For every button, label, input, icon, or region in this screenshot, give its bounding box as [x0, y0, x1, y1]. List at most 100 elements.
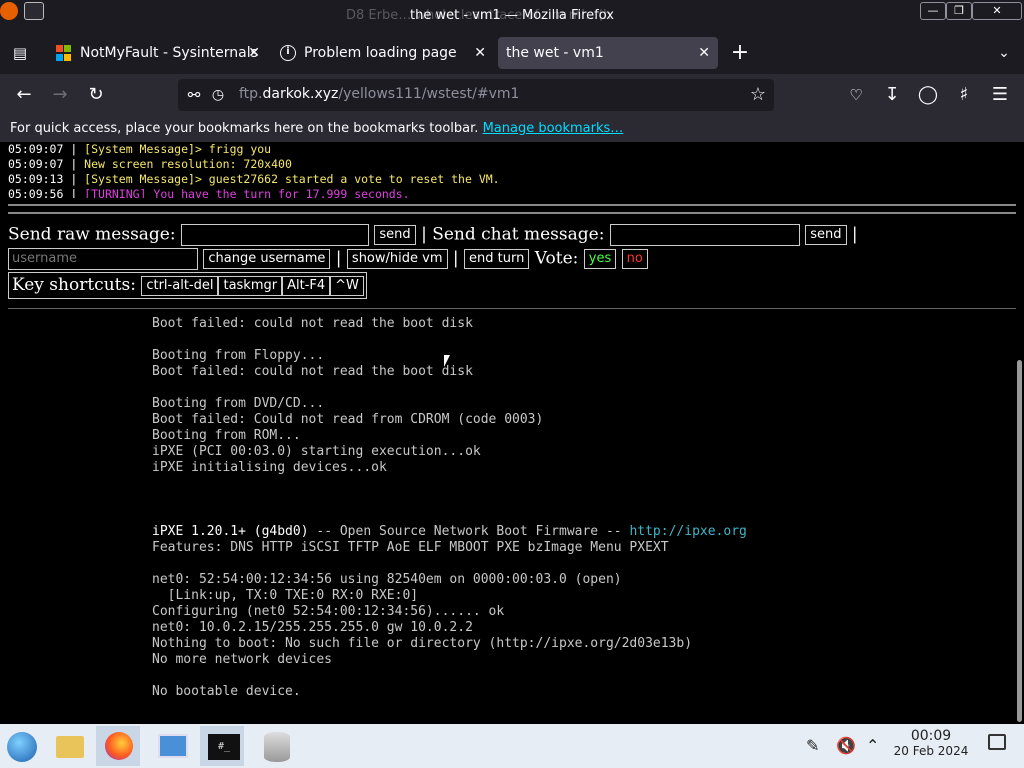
lock-icon[interactable]: ◷ [206, 83, 230, 107]
end-turn-button[interactable]: end turn [464, 249, 530, 269]
navigation-bar: ← → ↻ ⚯ ◷ ftp.darkok.xyz/yellows111/wste… [0, 74, 1024, 116]
control-panel-icon[interactable] [150, 726, 194, 766]
vm-screen[interactable]: Boot failed: could not read the boot dis… [152, 316, 747, 700]
chat-timestamp: 05:09:07 [8, 157, 64, 171]
tray-chevron-up-icon[interactable]: ⌃ [866, 736, 879, 755]
close-window-button[interactable]: ✕ [972, 2, 1022, 20]
clock[interactable]: 00:09 20 Feb 2024 [888, 728, 974, 758]
console-ipxe-tagline: -- Open Source Network Boot Firmware -- [308, 524, 630, 539]
clock-time: 00:09 [910, 728, 952, 744]
clock-date: 20 Feb 2024 [893, 744, 969, 758]
separator: | [851, 224, 858, 245]
bookmarks-hint: For quick access, place your bookmarks h… [10, 121, 483, 136]
window-titlebar: D8 Erbe… wholecleantrace of…m ml…(h the … [0, 0, 1024, 32]
database-icon[interactable] [254, 726, 298, 766]
tab-the-wet-vm1[interactable]: the wet - vm1 ✕ [498, 37, 718, 69]
key-alt-f4-button[interactable]: Alt-F4 [282, 275, 331, 296]
send-chat-button[interactable]: send [805, 225, 847, 245]
pocket-icon[interactable]: ♡ [844, 83, 868, 107]
show-hide-vm-button[interactable]: show/hide vm [346, 249, 448, 269]
list-tabs-chevron-icon[interactable]: ⌄ [992, 41, 1016, 65]
chat-timestamp: 05:09:13 [8, 172, 64, 186]
console-line: Configuring (net0 52:54:00:12:34:56)....… [152, 604, 505, 619]
chat-message: 05:09:56 | [TURNING] You have the turn f… [8, 187, 1016, 198]
key-ctrl-w-button[interactable]: ^W [330, 275, 364, 296]
terminal-icon[interactable]: #_ [200, 726, 244, 766]
divider [8, 212, 1016, 214]
downloads-icon[interactable]: ↧ [880, 83, 904, 107]
tab-strip: ▤ NotMyFault - Sysinternals ✕ i Problem … [0, 32, 1024, 74]
key-taskmgr-button[interactable]: taskmgr [218, 275, 283, 296]
minimize-button[interactable]: — [920, 2, 946, 20]
show-desktop-icon[interactable] [988, 734, 1006, 750]
vote-yes-button[interactable]: yes [583, 249, 617, 269]
console-line: No bootable device. [152, 684, 301, 699]
file-manager-icon[interactable] [48, 726, 92, 766]
console-ipxe-version: iPXE 1.20.1+ (g4bd0) [152, 524, 309, 539]
forward-arrow-icon[interactable]: → [48, 83, 72, 107]
chat-separator: | [63, 157, 85, 171]
page-content: 05:09:07 | [System Message]> frigg you 05… [0, 142, 1024, 724]
back-arrow-icon[interactable]: ← [12, 83, 36, 107]
console-line: No more network devices [152, 652, 333, 667]
url-text[interactable]: ftp.darkok.xyz/yellows111/wstest/#vm1 [239, 86, 519, 102]
console-line: [Link:up, TX:0 TXE:0 RX:0 RXE:0] [152, 588, 419, 603]
tab-label: the wet - vm1 [506, 45, 604, 61]
clipboard-icon[interactable]: ✎ [806, 736, 819, 755]
mouse-cursor-icon [444, 355, 454, 367]
vote-no-button[interactable]: no [621, 249, 648, 269]
tab-close-icon[interactable]: ✕ [698, 37, 710, 69]
chat-text: [System Message]> guest27662 started a v… [84, 172, 500, 186]
username-input[interactable]: username [8, 248, 198, 270]
maximize-button[interactable]: ❐ [946, 2, 972, 20]
volume-muted-icon[interactable]: 🔇 [836, 736, 856, 755]
tab-label: NotMyFault - Sysinternals [80, 45, 258, 61]
raw-message-input[interactable] [181, 224, 369, 246]
key-shortcuts-box: Key shortcuts: ctrl-alt-del taskmgr Alt-F4… [8, 272, 367, 299]
separator: | [335, 248, 342, 269]
firefox-view-icon[interactable]: ▤ [8, 41, 32, 65]
key-ctrl-alt-del-button[interactable]: ctrl-alt-del [141, 275, 219, 296]
raw-message-label: Send raw message: [8, 224, 176, 245]
new-tab-plus-icon[interactable]: + [728, 41, 752, 65]
separator: | [452, 248, 459, 269]
chat-message-label: Send chat message: [432, 224, 605, 245]
tab-close-icon[interactable]: ✕ [474, 37, 486, 69]
console-line: iPXE (PCI 00:03.0) starting execution...… [152, 444, 481, 459]
tab-label: Problem loading page [304, 45, 457, 61]
url-bar[interactable]: ⚯ ◷ ftp.darkok.xyz/yellows111/wstest/#vm… [178, 79, 774, 111]
chat-separator: | [63, 187, 85, 198]
info-icon: i [280, 45, 296, 61]
shield-icon[interactable]: ⚯ [182, 83, 206, 107]
account-icon[interactable]: ◯ [916, 83, 940, 107]
window-title: the wet - vm1 — Mozilla Firefox [410, 8, 614, 23]
tab-notmyfault[interactable]: NotMyFault - Sysinternals ✕ [46, 37, 268, 69]
bookmarks-toolbar: For quick access, place your bookmarks h… [0, 116, 1024, 142]
key-shortcuts-bar: Key shortcuts: ctrl-alt-del taskmgr Alt-F4… [8, 272, 367, 299]
menu-hamburger-icon[interactable]: ☰ [988, 83, 1012, 107]
extensions-icon[interactable]: ♯ [952, 83, 976, 107]
firefox-taskbar-icon[interactable] [96, 726, 140, 766]
chat-timestamp: 05:09:56 [8, 187, 64, 198]
tab-problem-loading[interactable]: i Problem loading page ✕ [270, 37, 494, 69]
tab-close-icon[interactable]: ✕ [248, 37, 260, 69]
page-scrollbar[interactable] [1017, 360, 1022, 722]
chat-text: [System Message]> frigg you [84, 142, 272, 156]
send-raw-button[interactable]: send [374, 225, 416, 245]
manage-bookmarks-link[interactable]: Manage bookmarks… [483, 121, 624, 136]
user-controls: username change username | show/hide vm … [8, 248, 648, 270]
console-ipxe-url: http://ipxe.org [629, 524, 747, 539]
change-username-button[interactable]: change username [203, 249, 331, 269]
chat-message-input[interactable] [609, 224, 800, 246]
bookmark-star-icon[interactable]: ☆ [746, 83, 770, 107]
divider [8, 204, 1016, 206]
start-menu-icon[interactable] [0, 726, 44, 766]
chat-text: [TURNING] You have the turn for 17.999 s… [84, 187, 410, 198]
divider [8, 308, 1016, 309]
reload-icon[interactable]: ↻ [84, 83, 108, 107]
console-line: Booting from DVD/CD... [152, 396, 325, 411]
separator: | [421, 224, 427, 245]
chat-message: 05:09:07 | [System Message]> frigg you [8, 142, 1016, 157]
chat-text: New screen resolution: 720x400 [84, 157, 292, 171]
chat-separator: | [63, 172, 85, 186]
